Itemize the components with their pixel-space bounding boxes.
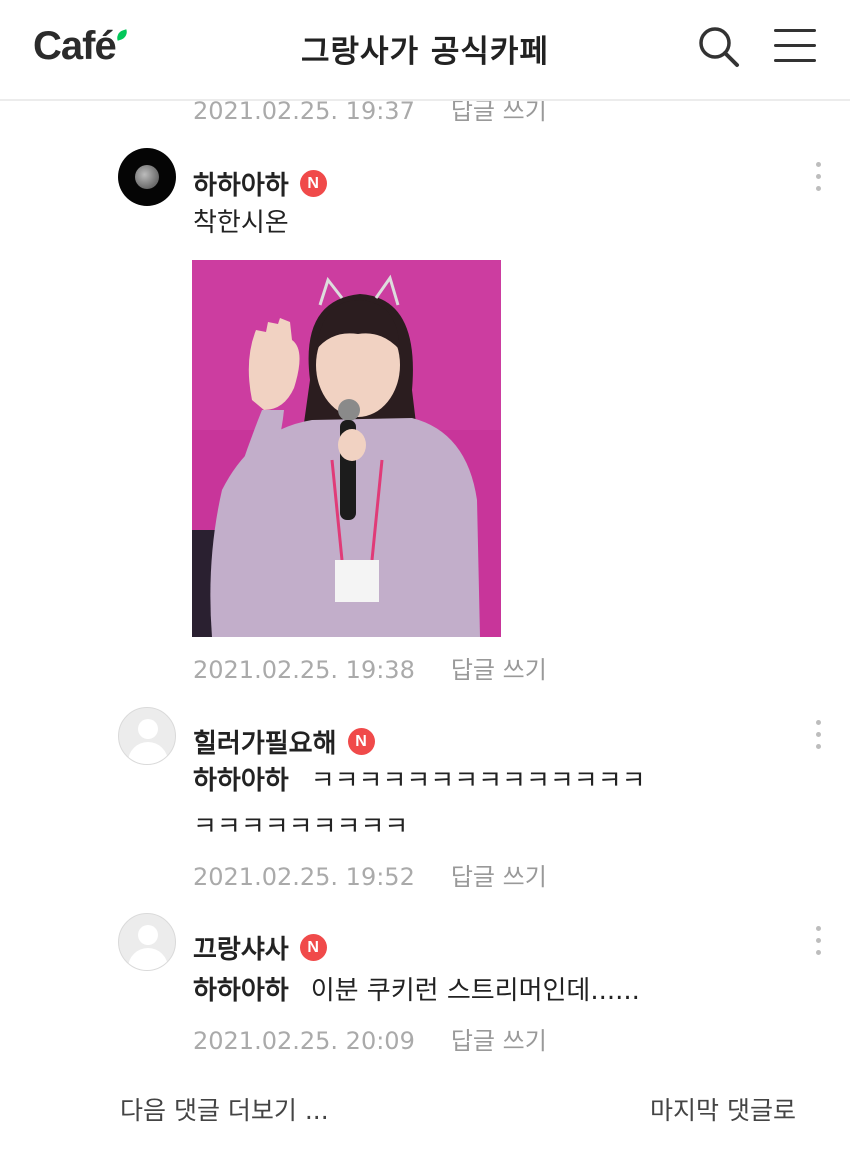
comment-meta: 2021.02.25. 19:38 답글 쓰기	[193, 650, 547, 685]
new-badge-icon: N	[347, 728, 375, 755]
comment-meta: 2021.02.25. 20:09 답글 쓰기	[193, 1021, 547, 1056]
comment-nickname[interactable]: 끄랑샤사	[193, 929, 289, 966]
comment-nickname[interactable]: 힐러가필요해	[193, 723, 337, 760]
reply-button[interactable]: 답글 쓰기	[451, 97, 547, 125]
comment-date: 2021.02.25. 20:09	[193, 1027, 415, 1055]
load-more-comments-link[interactable]: 다음 댓글 더보기 ...	[120, 1091, 329, 1127]
more-options-icon[interactable]	[808, 922, 828, 962]
reply-button[interactable]: 답글 쓰기	[451, 863, 547, 891]
more-options-icon[interactable]	[808, 716, 828, 756]
comment-date: 2021.02.25. 19:52	[193, 863, 415, 891]
new-badge-icon: N	[299, 170, 327, 197]
more-options-icon[interactable]	[808, 158, 828, 198]
avatar[interactable]	[118, 913, 176, 971]
comment-photo[interactable]	[192, 260, 501, 637]
comment-text: 착한시온	[193, 208, 289, 238]
go-to-last-comment-link[interactable]: 마지막 댓글로	[650, 1091, 796, 1127]
comment-nickname[interactable]: 하하아하	[193, 165, 289, 202]
comment-text: 하하아하 이분 쿠키런 스트리머인데......	[193, 976, 640, 1006]
app-header: Café 그랑사가 공식카페	[0, 0, 850, 101]
comment-date: 2021.02.25. 19:37	[193, 97, 415, 125]
comment-meta: 2021.02.25. 19:52 답글 쓰기	[193, 857, 547, 892]
reply-button[interactable]: 답글 쓰기	[451, 656, 547, 684]
comment-text: 하하아하 ㅋㅋㅋㅋㅋㅋㅋㅋㅋㅋㅋㅋㅋㅋ ㅋㅋㅋㅋㅋㅋㅋㅋㅋ	[193, 766, 646, 842]
reply-button[interactable]: 답글 쓰기	[451, 1027, 547, 1055]
new-badge-icon: N	[299, 934, 327, 961]
mention-nickname[interactable]: 하하아하	[193, 976, 289, 1006]
search-icon[interactable]	[696, 24, 742, 70]
avatar[interactable]	[118, 148, 176, 206]
comment-date: 2021.02.25. 19:38	[193, 656, 415, 684]
header-divider	[0, 99, 850, 101]
hamburger-menu-icon[interactable]	[770, 26, 820, 66]
mention-nickname[interactable]: 하하아하	[193, 766, 289, 796]
avatar[interactable]	[118, 707, 176, 765]
